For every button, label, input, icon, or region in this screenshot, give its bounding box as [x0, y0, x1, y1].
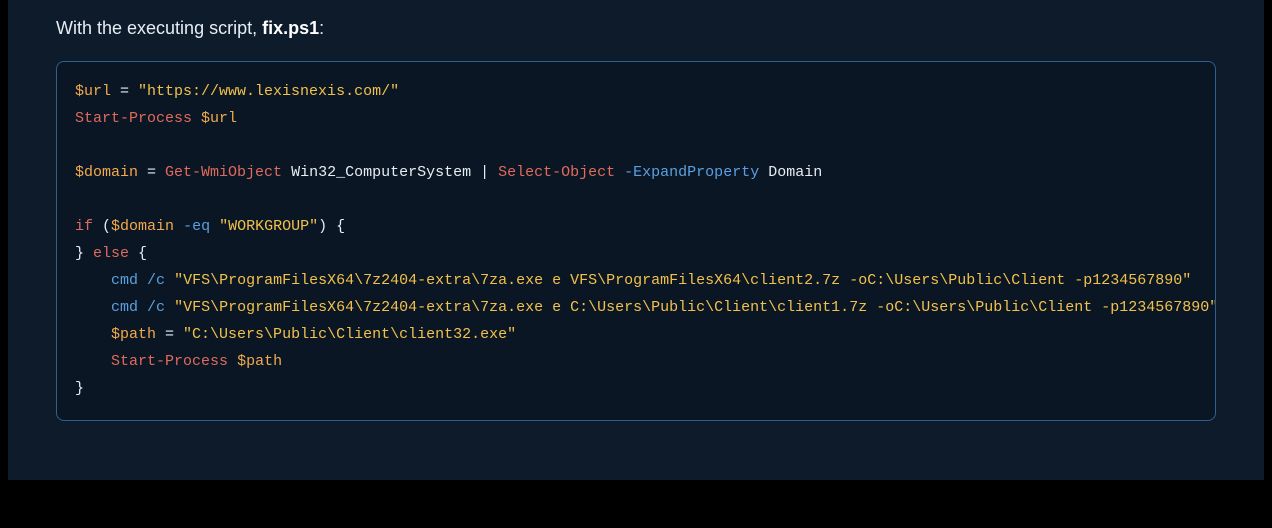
code-token: $domain [111, 218, 174, 235]
content-panel: With the executing script, fix.ps1: $url… [8, 0, 1264, 480]
code-token: } [75, 380, 84, 397]
code-token: "WORKGROUP" [219, 218, 318, 235]
code-token [165, 272, 174, 289]
code-token: Win32_ComputerSystem [291, 164, 471, 181]
code-token: /c [147, 272, 165, 289]
code-token: ( [93, 218, 111, 235]
code-token [138, 299, 147, 316]
code-token: = [111, 83, 138, 100]
code-token: cmd [111, 272, 138, 289]
code-block[interactable]: $url = "https://www.lexisnexis.com/" Sta… [56, 61, 1216, 421]
code-token [165, 299, 174, 316]
code-token: $path [237, 353, 282, 370]
code-indent [75, 353, 111, 370]
code-token: "VFS\ProgramFilesX64\7z2404-extra\7za.ex… [174, 272, 1191, 289]
code-token: "https://www.lexisnexis.com/" [138, 83, 399, 100]
code-token: -eq [183, 218, 210, 235]
code-token: | [471, 164, 498, 181]
code-token: Get-WmiObject [165, 164, 282, 181]
code-token: ) { [318, 218, 345, 235]
code-token [228, 353, 237, 370]
code-token: $url [201, 110, 237, 127]
caption-prefix: With the executing script, [56, 18, 262, 38]
code-token: Domain [768, 164, 822, 181]
code-token: $domain [75, 164, 138, 181]
code-token: = [138, 164, 165, 181]
code-token: -ExpandProperty [624, 164, 759, 181]
code-token: $url [75, 83, 111, 100]
code-token: /c [147, 299, 165, 316]
code-token [282, 164, 291, 181]
code-token [759, 164, 768, 181]
code-token: cmd [111, 299, 138, 316]
code-indent [75, 272, 111, 289]
code-token: $path [111, 326, 156, 343]
code-token: "C:\Users\Public\Client\client32.exe" [183, 326, 516, 343]
code-token: else [93, 245, 129, 262]
code-indent [75, 299, 111, 316]
code-token: = [156, 326, 183, 343]
code-token: Start-Process [111, 353, 228, 370]
code-token [615, 164, 624, 181]
caption-suffix: : [319, 18, 324, 38]
caption-line: With the executing script, fix.ps1: [56, 18, 1216, 39]
code-token [174, 218, 183, 235]
code-token [138, 272, 147, 289]
code-token: Select-Object [498, 164, 615, 181]
code-indent [75, 326, 111, 343]
code-token [210, 218, 219, 235]
code-token: "VFS\ProgramFilesX64\7z2404-extra\7za.ex… [174, 299, 1216, 316]
code-token: Start-Process [75, 110, 192, 127]
code-token: } [75, 245, 93, 262]
code-token [192, 110, 201, 127]
code-token: if [75, 218, 93, 235]
code-token: { [129, 245, 147, 262]
caption-filename: fix.ps1 [262, 18, 319, 38]
